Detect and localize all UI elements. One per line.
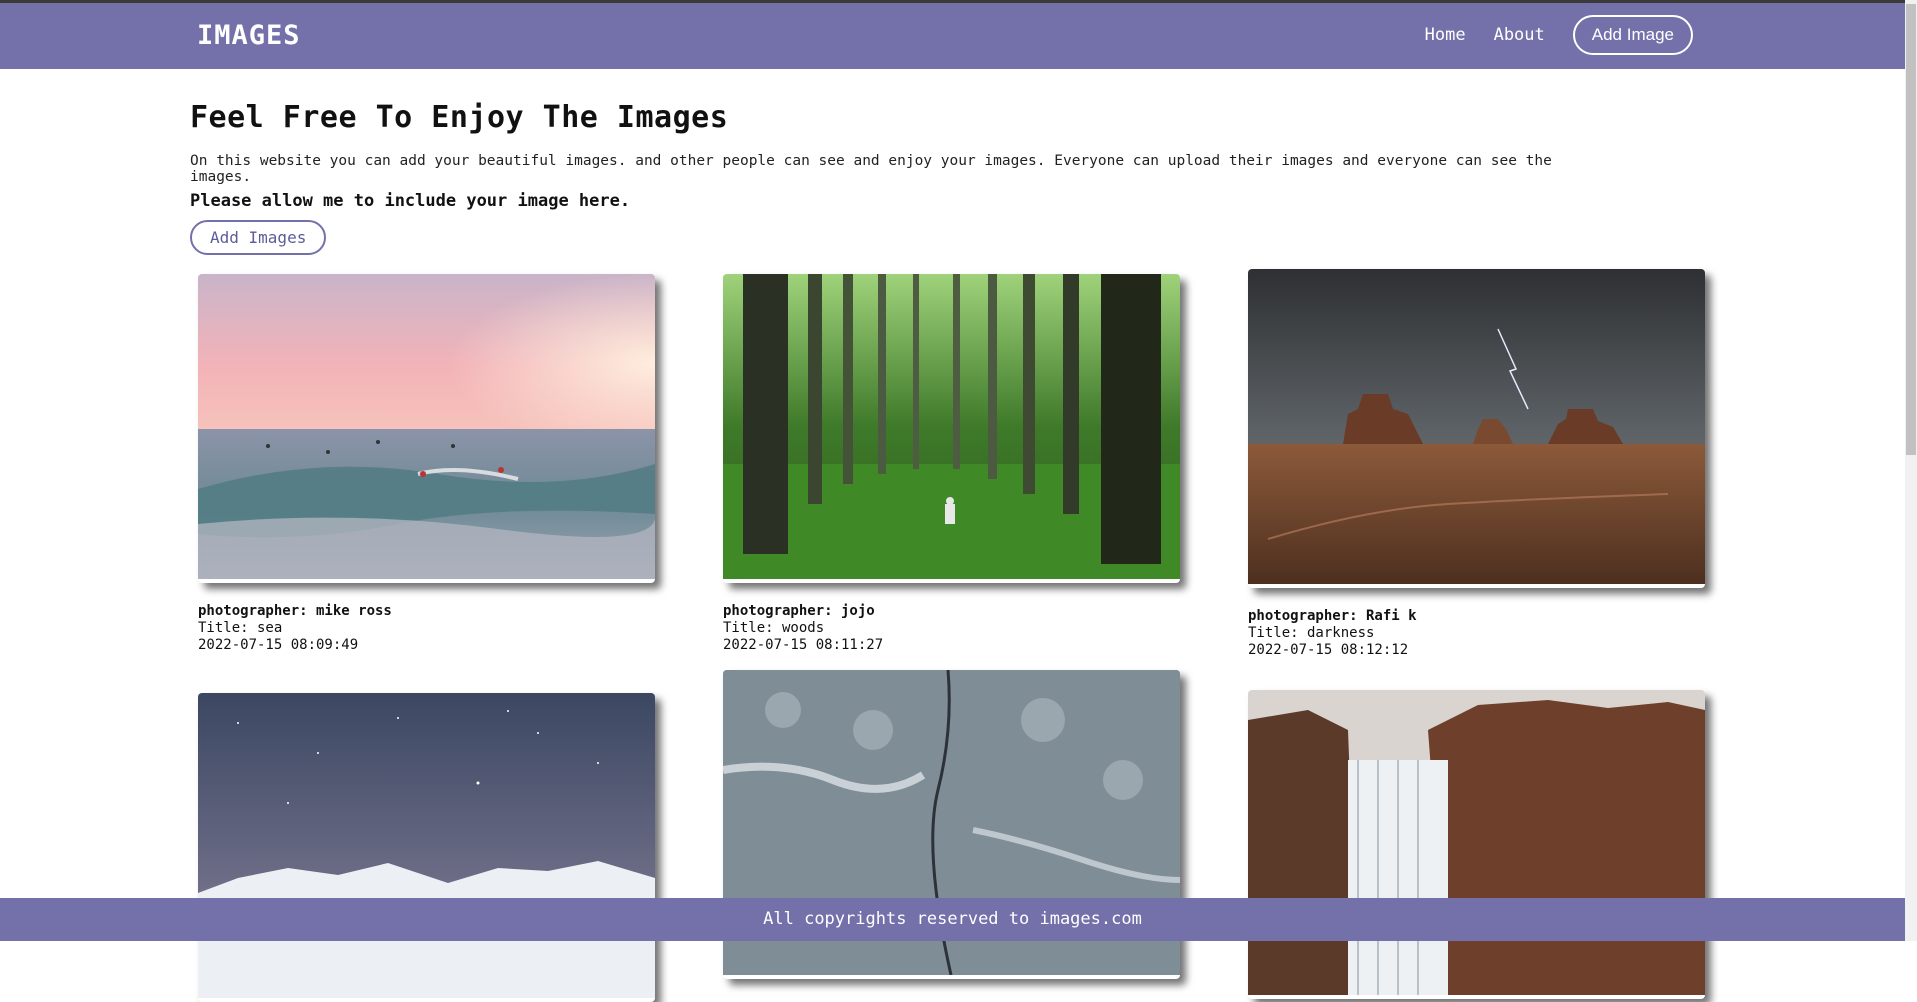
nav-links: Home About Add Image: [1425, 15, 1693, 55]
brand-logo[interactable]: IMAGES: [197, 20, 301, 51]
image-card-waterfall[interactable]: [1248, 690, 1705, 999]
title-label: Title: darkness: [1248, 625, 1375, 641]
date-label: 2022-07-15 08:11:27: [723, 637, 884, 653]
woods-meta: photographer: jojo Title: woods 2022-07-…: [723, 603, 1180, 654]
nav-home-link[interactable]: Home: [1425, 25, 1466, 45]
date-label: 2022-07-15 08:12:12: [1248, 642, 1409, 658]
photographer-label: photographer: Rafi k: [1248, 608, 1417, 624]
sea-photo[interactable]: [198, 274, 655, 583]
image-card-woods[interactable]: photographer: jojo Title: woods 2022-07-…: [723, 274, 1180, 654]
darkness-meta: photographer: Rafi k Title: darkness 202…: [1248, 608, 1705, 659]
image-card-sea[interactable]: photographer: mike ross Title: sea 2022-…: [198, 274, 655, 654]
photographer-label: photographer: jojo: [723, 603, 875, 619]
scrollbar-thumb[interactable]: [1906, 4, 1916, 455]
intro-section: Feel Free To Enjoy The Images On this we…: [190, 100, 1590, 255]
darkness-photo[interactable]: [1248, 269, 1705, 588]
date-label: 2022-07-15 08:09:49: [198, 637, 359, 653]
vertical-scrollbar[interactable]: [1905, 0, 1917, 941]
woods-photo[interactable]: [723, 274, 1180, 583]
title-label: Title: woods: [723, 620, 825, 636]
photographer-label: photographer: mike ross: [198, 603, 392, 619]
image-card-darkness[interactable]: photographer: Rafi k Title: darkness 202…: [1248, 269, 1705, 659]
night-mountains-photo[interactable]: [198, 693, 655, 1002]
intro-note: Please allow me to include your image he…: [190, 191, 631, 211]
sea-meta: photographer: mike ross Title: sea 2022-…: [198, 603, 655, 654]
title-label: Title: sea: [198, 620, 283, 636]
waterfall-photo[interactable]: [1248, 690, 1705, 999]
navbar: IMAGES Home About Add Image: [0, 3, 1905, 69]
add-images-button[interactable]: Add Images: [190, 220, 327, 255]
add-image-button[interactable]: Add Image: [1572, 15, 1693, 55]
image-card-night-mountains[interactable]: [198, 693, 655, 1002]
footer: All copyrights reserved to images.com: [0, 898, 1905, 941]
intro-description: On this website you can add your beautif…: [190, 153, 1552, 185]
page-title: Feel Free To Enjoy The Images: [190, 100, 729, 135]
nav-about-link[interactable]: About: [1494, 25, 1545, 45]
